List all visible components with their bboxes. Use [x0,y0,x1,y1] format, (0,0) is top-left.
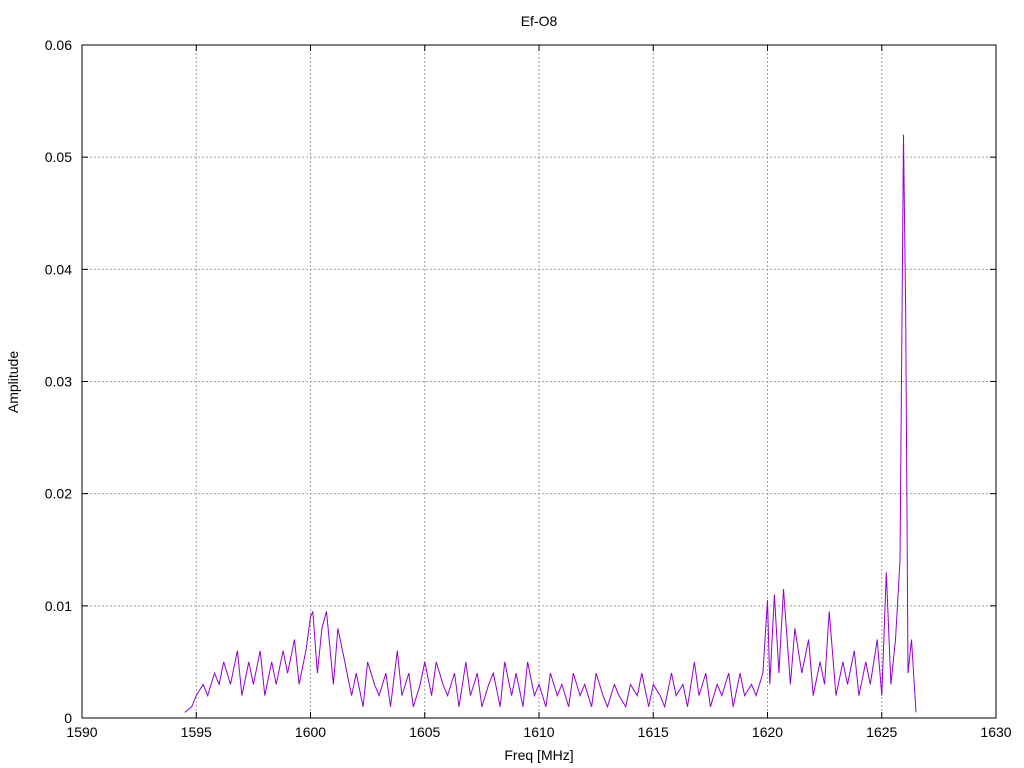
x-axis-label: Freq [MHz] [504,747,573,763]
y-tick-label: 0.05 [45,149,72,165]
y-axis-label: Amplitude [5,351,21,413]
spectrum-chart: 1590 1595 1600 1605 1610 1615 1620 1625 1630 0 0.… [5,13,1012,763]
y-tick-label: 0.04 [45,261,72,277]
y-tick-labels: 0 0.01 0.02 0.03 0.04 0.05 0.06 [45,37,72,726]
y-tick-label: 0.02 [45,486,72,502]
x-tick-label: 1625 [866,724,897,740]
amplitude-series-line [184,134,917,713]
y-tick-label: 0 [64,710,72,726]
x-tick-label: 1600 [295,724,326,740]
y-tick-label: 0.03 [45,374,72,390]
x-tick-label: 1595 [181,724,212,740]
y-tick-label: 0.01 [45,598,72,614]
x-tick-label: 1590 [66,724,97,740]
x-tick-label: 1610 [523,724,554,740]
x-tick-label: 1630 [980,724,1011,740]
y-tick-label: 0.06 [45,37,72,53]
chart-title: Ef-O8 [521,13,558,29]
x-tick-labels: 1590 1595 1600 1605 1610 1615 1620 1625 1630 [66,724,1011,740]
series-layer [184,134,917,713]
grid-lines [82,45,996,718]
x-tick-label: 1620 [752,724,783,740]
x-tick-label: 1605 [409,724,440,740]
x-tick-label: 1615 [638,724,669,740]
